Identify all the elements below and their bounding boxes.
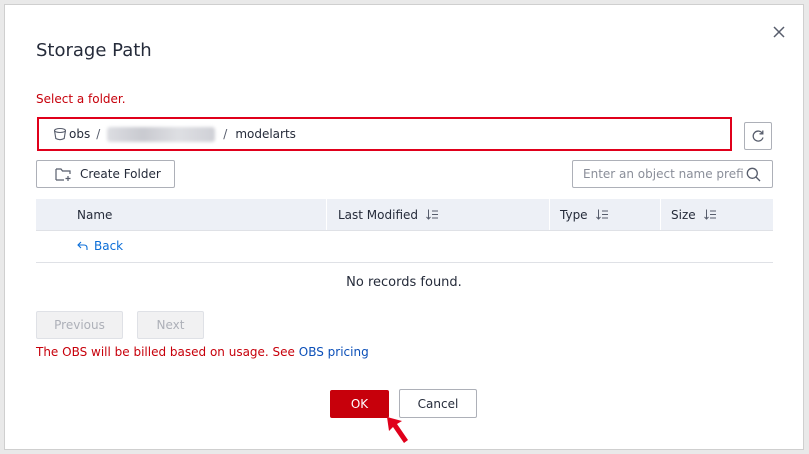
billing-notice: The OBS will be billed based on usage. S… bbox=[36, 345, 369, 359]
column-header-type: Type bbox=[560, 199, 608, 230]
breadcrumb-current: modelarts bbox=[235, 127, 296, 141]
dialog-title: Storage Path bbox=[36, 40, 152, 61]
table-header: Name Last Modified Type Size bbox=[36, 199, 773, 231]
column-divider bbox=[326, 199, 327, 230]
close-icon[interactable] bbox=[769, 22, 789, 42]
back-link[interactable]: Back bbox=[77, 239, 123, 253]
column-header-name: Name bbox=[77, 207, 113, 222]
sort-icon[interactable] bbox=[595, 209, 608, 220]
refresh-button[interactable] bbox=[744, 122, 772, 150]
cancel-button[interactable]: Cancel bbox=[399, 389, 477, 418]
obs-pricing-link[interactable]: OBS pricing bbox=[299, 345, 369, 359]
create-folder-button[interactable]: Create Folder bbox=[36, 160, 175, 188]
sort-icon[interactable] bbox=[703, 209, 716, 220]
billing-text: The OBS will be billed based on usage. S… bbox=[36, 345, 299, 359]
object-search bbox=[572, 160, 773, 188]
folder-add-icon bbox=[55, 167, 71, 181]
column-header-last-modified: Last Modified bbox=[338, 199, 439, 230]
search-icon[interactable] bbox=[746, 167, 761, 182]
bucket-icon bbox=[53, 127, 67, 141]
breadcrumb-root[interactable]: obs bbox=[69, 127, 90, 141]
row-divider bbox=[36, 262, 773, 263]
search-input[interactable] bbox=[573, 161, 743, 187]
path-breadcrumb: obs / / modelarts bbox=[37, 117, 732, 151]
sort-icon[interactable] bbox=[426, 209, 439, 220]
back-arrow-icon bbox=[77, 241, 88, 250]
previous-page-button[interactable]: Previous bbox=[36, 311, 123, 339]
refresh-icon bbox=[752, 130, 764, 142]
column-divider bbox=[660, 199, 661, 230]
breadcrumb-separator: / bbox=[223, 127, 228, 141]
empty-state-text: No records found. bbox=[346, 275, 462, 290]
next-page-button[interactable]: Next bbox=[137, 311, 204, 339]
storage-path-dialog: Storage Path Select a folder. obs / / mo… bbox=[4, 4, 804, 450]
create-folder-label: Create Folder bbox=[80, 167, 161, 181]
ok-button[interactable]: OK bbox=[330, 390, 389, 418]
breadcrumb-separator: / bbox=[96, 127, 101, 141]
back-label: Back bbox=[94, 239, 124, 253]
select-folder-hint: Select a folder. bbox=[36, 92, 126, 106]
column-divider bbox=[549, 199, 550, 230]
annotation-arrow-icon bbox=[387, 417, 408, 443]
breadcrumb-bucket-redacted[interactable] bbox=[107, 126, 216, 142]
column-header-size: Size bbox=[671, 199, 716, 230]
